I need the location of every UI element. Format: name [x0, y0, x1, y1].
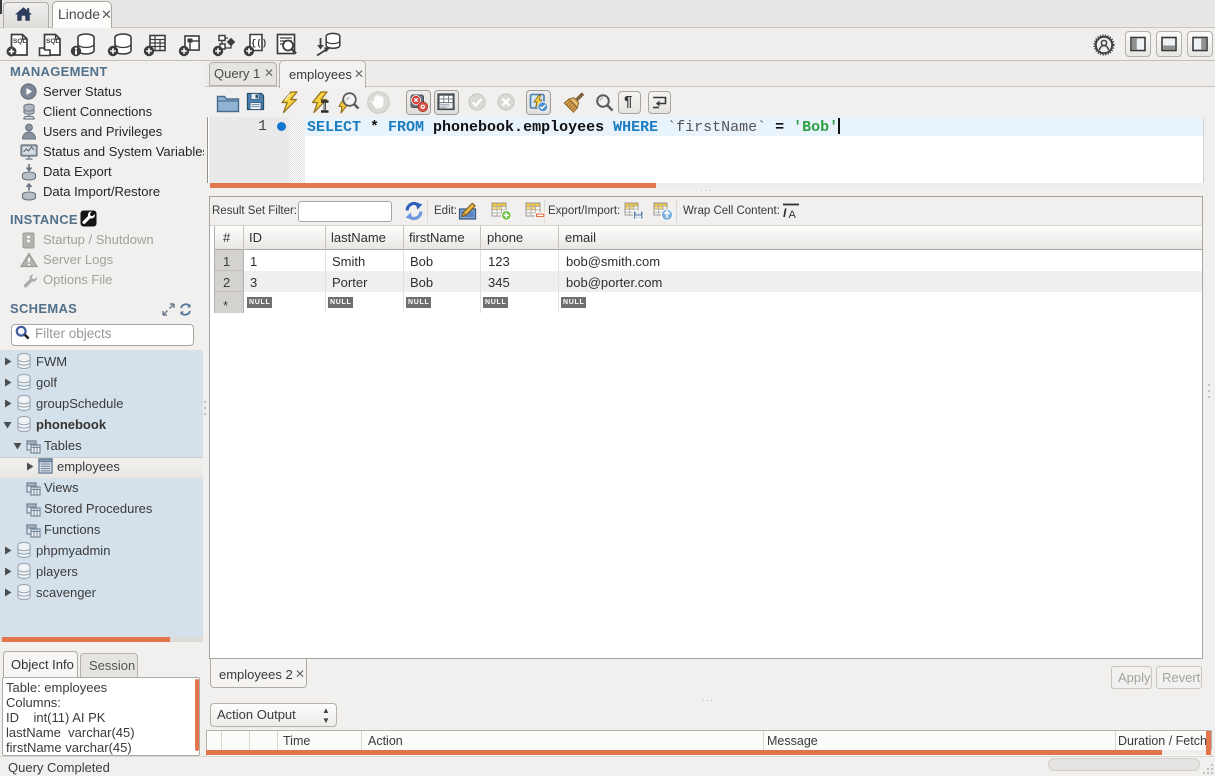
svg-text:A: A: [789, 209, 797, 220]
svg-text:{(): {(): [251, 39, 267, 49]
svg-text:SQL: SQL: [46, 38, 59, 45]
svg-text:SQL: SQL: [13, 38, 26, 45]
svg-text:I: I: [783, 206, 787, 220]
